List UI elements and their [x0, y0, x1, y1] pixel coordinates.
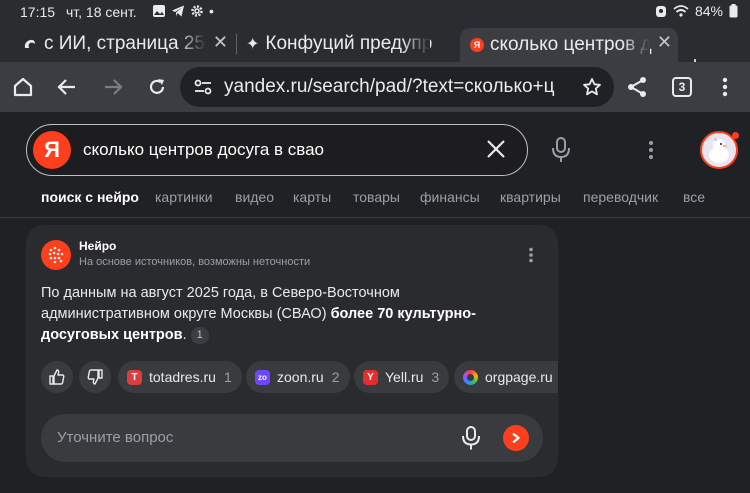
zoon-favicon-icon: zo	[255, 369, 270, 385]
orgpage-favicon-icon	[463, 369, 478, 385]
settings-gear-icon	[191, 5, 203, 17]
url-text: yandex.ru/search/pad/?text=сколько+ц	[224, 76, 555, 97]
more-menu-icon[interactable]	[712, 74, 738, 100]
followup-mic-icon[interactable]	[461, 426, 481, 451]
tab-favicon-sparkle-icon: ✦	[246, 36, 260, 53]
tab-1[interactable]: с ИИ, страница 25 ✕	[14, 28, 234, 60]
thumbs-down-icon	[87, 369, 103, 385]
totadres-favicon-icon: T	[127, 369, 142, 385]
notification-dot-icon: •	[209, 3, 214, 19]
tab-favicon-icon	[24, 39, 35, 48]
nav-tab-images[interactable]: картинки	[155, 189, 213, 205]
send-arrow-icon	[512, 432, 520, 444]
nav-tab-goods[interactable]: товары	[353, 189, 400, 205]
tab-strip: с ИИ, страница 25 ✕ ✦ Конфуций предупр Я…	[0, 24, 750, 79]
search-box[interactable]: Я сколько центров досуга в свао	[26, 124, 528, 176]
lock-profile-icon	[655, 6, 666, 17]
neiro-disclaimer: На основе источников, возможны неточност…	[79, 256, 311, 268]
neiro-title: Нейро	[79, 239, 117, 253]
yandex-logo[interactable]: Я	[33, 131, 71, 169]
telegram-icon	[172, 5, 184, 17]
battery-icon	[729, 4, 738, 18]
answer-text: По данным на август 2025 года, в Северо-…	[41, 283, 521, 346]
source-chip-yell[interactable]: Y Yell.ru 3	[354, 361, 450, 393]
followup-placeholder: Уточните вопрос	[57, 429, 174, 446]
followup-input[interactable]: Уточните вопрос	[41, 414, 543, 462]
battery-percent: 84%	[694, 3, 723, 19]
send-button[interactable]	[503, 425, 529, 451]
citation-badge[interactable]: 1	[190, 327, 209, 344]
source-number: 3	[431, 369, 440, 385]
yandex-favicon-icon: Я	[470, 38, 484, 52]
yell-favicon-icon: Y	[363, 369, 378, 385]
nav-tab-apartments[interactable]: квартиры	[500, 189, 561, 205]
nav-tab-maps[interactable]: карты	[293, 189, 331, 205]
source-name: Yell.ru	[385, 369, 424, 385]
tab-3-active[interactable]: Я сколько центров д ✕	[460, 28, 678, 62]
card-more-icon[interactable]	[528, 247, 534, 263]
tab-2[interactable]: ✦ Конфуций предупр	[240, 28, 458, 60]
address-bar[interactable]: yandex.ru/search/pad/?text=сколько+ц	[180, 67, 614, 107]
close-tab-icon[interactable]: ✕	[657, 32, 672, 53]
home-icon[interactable]	[10, 74, 36, 100]
bookmark-star-icon[interactable]	[582, 77, 602, 97]
source-chips: T totadres.ru 1 zo zoon.ru 2 Y Yell.ru 3…	[118, 361, 558, 393]
notification-icons: •	[152, 3, 214, 19]
nav-tab-all[interactable]: все	[683, 189, 705, 205]
answer-end: .	[182, 327, 187, 343]
search-nav: поиск с нейро картинки видео карты товар…	[0, 186, 750, 218]
source-number: 2	[331, 369, 340, 385]
dislike-button[interactable]	[79, 361, 111, 393]
site-settings-icon[interactable]	[194, 79, 212, 95]
source-chip-zoon[interactable]: zo zoon.ru 2	[246, 361, 350, 393]
wifi-icon	[673, 5, 689, 17]
search-query[interactable]: сколько центров досуга в свао	[83, 140, 324, 160]
reload-icon[interactable]	[144, 74, 170, 100]
thumbs-up-icon	[49, 369, 65, 385]
source-name: totadres.ru	[149, 369, 216, 385]
gallery-icon	[153, 5, 165, 17]
avatar-notification-badge	[732, 132, 739, 139]
share-icon[interactable]	[624, 74, 650, 100]
nav-tab-neiro[interactable]: поиск с нейро	[41, 189, 139, 205]
forward-icon[interactable]	[100, 74, 126, 100]
status-right: 84%	[655, 3, 738, 19]
neiro-logo	[41, 240, 71, 270]
like-button[interactable]	[41, 361, 73, 393]
source-number: 1	[223, 369, 232, 385]
back-icon[interactable]	[54, 74, 80, 100]
close-tab-icon[interactable]: ✕	[213, 32, 228, 53]
browser-toolbar: yandex.ru/search/pad/?text=сколько+ц 3	[0, 62, 750, 112]
source-chip-orgpage[interactable]: orgpage.ru 4	[454, 361, 558, 393]
source-chip-totadres[interactable]: T totadres.ru 1	[118, 361, 242, 393]
search-more-icon[interactable]	[648, 140, 654, 160]
nav-tab-translator[interactable]: переводчик	[583, 189, 658, 205]
status-time: 17:15	[20, 4, 56, 20]
voice-search-icon[interactable]	[550, 136, 572, 164]
status-date: чт, 18 сент.	[66, 4, 137, 20]
clear-search-icon[interactable]	[485, 138, 507, 160]
nav-tab-finance[interactable]: финансы	[420, 189, 480, 205]
nav-tab-video[interactable]: видео	[235, 189, 274, 205]
neiro-answer-card: Нейро На основе источников, возможны нет…	[26, 225, 558, 477]
source-name: zoon.ru	[277, 369, 324, 385]
status-bar: 17:15 чт, 18 сент. • 84%	[0, 0, 750, 24]
tab-switcher-button[interactable]: 3	[672, 77, 692, 97]
source-name: orgpage.ru	[485, 369, 553, 385]
